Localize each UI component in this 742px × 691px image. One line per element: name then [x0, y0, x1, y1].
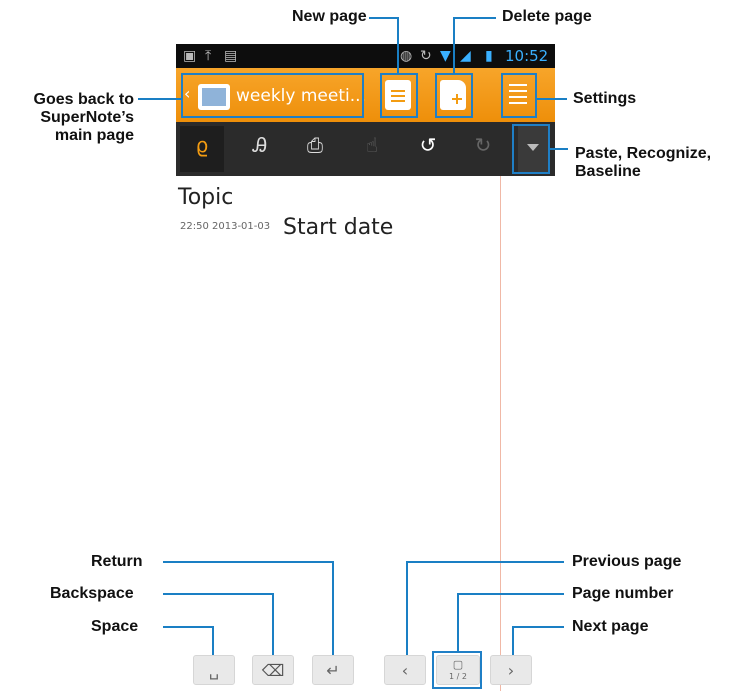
chevron-right-icon: › — [507, 661, 515, 680]
paste-recognize-baseline-label: Paste, Recognize, Baseline — [575, 145, 712, 180]
insert-icon[interactable]: ⎙ — [300, 133, 330, 157]
next-page-label: Next page — [572, 618, 649, 635]
topic-text: Topic — [178, 185, 234, 210]
battery-icon: ▮ — [485, 48, 493, 64]
sync-icon: ◍ — [400, 48, 413, 64]
select-icon[interactable]: ☝ — [357, 133, 387, 157]
return-label: Return — [91, 553, 143, 570]
back-highlight-box — [181, 73, 364, 118]
backspace-icon: ⌫ — [261, 661, 285, 680]
return-icon: ↵ — [326, 661, 340, 680]
timestamp-text: 22:50 2013-01-03 — [180, 221, 271, 232]
delete-page-label: Delete page — [502, 8, 592, 25]
backspace-key[interactable]: ⌫ — [252, 655, 294, 685]
space-key[interactable]: ␣ — [193, 655, 235, 685]
redo-icon[interactable]: ↻ — [468, 133, 498, 157]
doodle-pen-icon[interactable]: ϱ — [187, 133, 217, 157]
picture-icon: ▣ — [183, 48, 197, 64]
delete-page-highlight-box — [435, 73, 473, 118]
undo-icon[interactable]: ↺ — [413, 133, 443, 157]
previous-page-key[interactable]: ‹ — [384, 655, 426, 685]
new-page-label: New page — [292, 8, 367, 25]
paste-highlight-box — [512, 124, 550, 174]
settings-label: Settings — [573, 90, 637, 107]
space-label: Space — [91, 618, 139, 635]
new-page-highlight-box — [380, 73, 418, 118]
clock: 10:52 — [505, 47, 549, 65]
start-date-text: Start date — [283, 215, 394, 240]
backspace-label: Backspace — [50, 585, 134, 602]
rotate-icon: ↻ — [420, 48, 432, 64]
page-number-label: Page number — [572, 585, 674, 602]
upload-icon: ⤒ — [205, 48, 212, 64]
space-icon: ␣ — [208, 661, 220, 680]
previous-page-label: Previous page — [572, 553, 682, 570]
sd-card-icon: ▤ — [224, 48, 238, 64]
signal-icon: ◢ — [460, 48, 471, 64]
wifi-icon: ▼ — [440, 48, 451, 64]
return-key[interactable]: ↵ — [312, 655, 354, 685]
text-mode-icon[interactable]: Ꭿ — [245, 133, 275, 157]
goes-back-label: Goes back to SuperNote’s main page — [33, 91, 134, 144]
chevron-left-icon: ‹ — [401, 661, 409, 680]
settings-highlight-box — [501, 73, 537, 118]
baseline-guide — [500, 176, 501, 691]
page-number-highlight-box — [432, 651, 482, 689]
note-canvas[interactable] — [176, 176, 555, 648]
next-page-key[interactable]: › — [490, 655, 532, 685]
